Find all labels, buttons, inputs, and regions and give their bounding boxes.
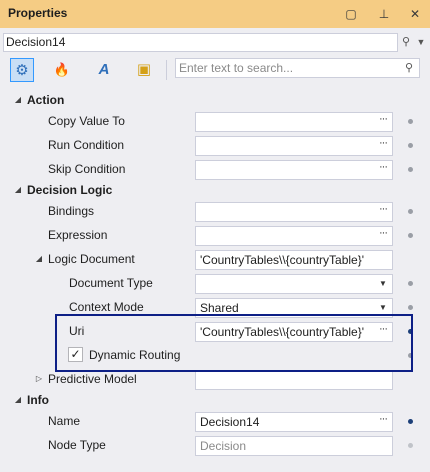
logic-document-field[interactable]: 'CountryTables\\{countryTable}' — [195, 250, 393, 270]
property-marker[interactable] — [408, 329, 413, 334]
property-row-bindings: Bindings ··· — [0, 200, 430, 224]
logic-document-value: 'CountryTables\\{countryTable}' — [200, 253, 365, 267]
expand-icon[interactable]: ◢ — [12, 94, 24, 106]
property-marker[interactable] — [408, 281, 413, 286]
property-pages-icon[interactable]: ▣ — [132, 58, 156, 82]
expand-icon[interactable]: ◢ — [12, 394, 24, 406]
chevron-down-icon[interactable]: ▼ — [374, 299, 392, 317]
property-marker — [408, 443, 413, 448]
property-label: Document Type — [69, 276, 153, 290]
property-grid: ◢ Action Copy Value To ··· Run Condition… — [0, 88, 430, 472]
property-label: Predictive Model — [48, 372, 137, 386]
property-row-logic-document: ◢ Logic Document 'CountryTables\\{countr… — [0, 248, 430, 272]
property-row-uri: Uri 'CountryTables\\{countryTable}' ··· — [0, 320, 430, 344]
property-marker[interactable] — [408, 305, 413, 310]
property-row-name: Name Decision14 ··· — [0, 410, 430, 434]
pin-icon[interactable]: ⊥ — [374, 4, 394, 24]
uri-field[interactable]: 'CountryTables\\{countryTable}' ··· — [195, 322, 393, 342]
uri-value: 'CountryTables\\{countryTable}' — [200, 325, 365, 339]
property-label: Run Condition — [48, 138, 125, 152]
predictive-model-field[interactable] — [195, 370, 393, 390]
ellipsis-button[interactable]: ··· — [374, 203, 392, 221]
object-search-icon[interactable]: ⚲ — [398, 33, 414, 52]
category-label: Action — [27, 93, 65, 107]
node-type-field: Decision — [195, 436, 393, 456]
name-value: Decision14 — [200, 415, 260, 429]
title-bar: Properties ▢ ⊥ ✕ — [0, 0, 430, 28]
context-mode-select[interactable]: Shared ▼ — [195, 298, 393, 318]
node-type-value: Decision — [200, 439, 247, 453]
expand-icon[interactable]: ◢ — [12, 184, 24, 196]
dynamic-routing-checkbox[interactable]: ✓ — [68, 347, 83, 362]
property-row-node-type: Node Type Decision — [0, 434, 430, 458]
property-row-document-type: Document Type ▼ — [0, 272, 430, 296]
property-row-copy-value-to: Copy Value To ··· — [0, 110, 430, 134]
maximize-icon[interactable]: ▢ — [341, 4, 361, 24]
chevron-down-icon[interactable]: ▼ — [414, 33, 428, 52]
property-label: Uri — [69, 324, 85, 338]
alphabetical-view-icon[interactable]: A — [92, 58, 116, 82]
window-title: Properties — [8, 6, 68, 20]
toolbar-separator — [166, 60, 167, 80]
name-field[interactable]: Decision14 ··· — [195, 412, 393, 432]
categorized-view-icon[interactable]: ⚙ — [10, 58, 34, 82]
property-label: Skip Condition — [48, 162, 126, 176]
object-selector[interactable]: Decision14 — [3, 33, 398, 52]
ellipsis-button[interactable]: ··· — [374, 413, 392, 431]
expression-field[interactable]: ··· — [195, 226, 393, 246]
property-row-dynamic-routing: ✓ Dynamic Routing — [0, 344, 430, 368]
ellipsis-button[interactable]: ··· — [374, 227, 392, 245]
property-row-context-mode: Context Mode Shared ▼ — [0, 296, 430, 320]
ellipsis-button[interactable]: ··· — [374, 323, 392, 341]
property-label: Node Type — [48, 438, 106, 452]
events-icon[interactable]: 🔥 — [50, 58, 74, 82]
property-label: Expression — [48, 228, 108, 242]
property-label: Dynamic Routing — [89, 348, 181, 362]
property-marker[interactable] — [408, 233, 413, 238]
object-selector-bar: Decision14 ⚲ ▼ — [0, 28, 430, 56]
category-label: Decision Logic — [27, 183, 113, 197]
context-mode-value: Shared — [200, 301, 239, 315]
skip-condition-field[interactable]: ··· — [195, 160, 393, 180]
search-input[interactable] — [179, 60, 394, 76]
ellipsis-button[interactable]: ··· — [374, 137, 392, 155]
ellipsis-button[interactable]: ··· — [374, 113, 392, 131]
copy-value-to-field[interactable]: ··· — [195, 112, 393, 132]
property-marker[interactable] — [408, 419, 413, 424]
property-label: Copy Value To — [48, 114, 125, 128]
close-icon[interactable]: ✕ — [405, 4, 425, 24]
property-label: Name — [48, 414, 81, 428]
category-label: Info — [27, 393, 49, 407]
collapsed-icon[interactable]: ▷ — [33, 373, 45, 385]
property-label: Context Mode — [69, 300, 144, 314]
search-icon[interactable]: ⚲ — [401, 60, 417, 76]
property-label: Bindings — [48, 204, 95, 218]
bindings-field[interactable]: ··· — [195, 202, 393, 222]
property-marker[interactable] — [408, 119, 413, 124]
property-marker[interactable] — [408, 209, 413, 214]
property-marker[interactable] — [408, 167, 413, 172]
property-row-run-condition: Run Condition ··· — [0, 134, 430, 158]
ellipsis-button[interactable]: ··· — [374, 161, 392, 179]
expand-icon[interactable]: ◢ — [33, 253, 45, 265]
property-row-expression: Expression ··· — [0, 224, 430, 248]
property-marker[interactable] — [408, 353, 413, 358]
property-marker[interactable] — [408, 143, 413, 148]
run-condition-field[interactable]: ··· — [195, 136, 393, 156]
document-type-select[interactable]: ▼ — [195, 274, 393, 294]
search-box[interactable]: ⚲ — [175, 58, 420, 78]
property-label: Logic Document — [48, 252, 135, 266]
chevron-down-icon[interactable]: ▼ — [374, 275, 392, 293]
